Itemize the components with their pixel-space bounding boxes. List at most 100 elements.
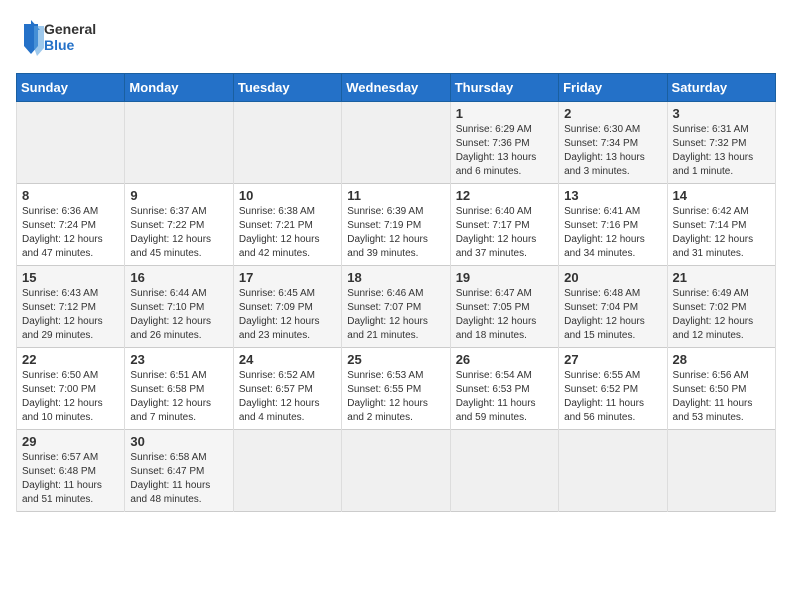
day-info: Sunrise: 6:41 AMSunset: 7:16 PMDaylight:…: [564, 205, 661, 261]
day-number: 13: [564, 188, 661, 203]
header-cell-sunday: Sunday: [17, 74, 125, 102]
day-info: Sunrise: 6:55 AMSunset: 6:52 PMDaylight:…: [564, 369, 661, 425]
calendar-cell: 1 Sunrise: 6:29 AMSunset: 7:36 PMDayligh…: [450, 102, 558, 184]
day-number: 26: [456, 352, 553, 367]
header-cell-monday: Monday: [125, 74, 233, 102]
calendar-cell: 21 Sunrise: 6:49 AMSunset: 7:02 PMDaylig…: [667, 266, 775, 348]
day-info: Sunrise: 6:45 AMSunset: 7:09 PMDaylight:…: [239, 287, 336, 343]
calendar-cell: 13 Sunrise: 6:41 AMSunset: 7:16 PMDaylig…: [559, 184, 667, 266]
day-info: Sunrise: 6:56 AMSunset: 6:50 PMDaylight:…: [673, 369, 770, 425]
day-number: 14: [673, 188, 770, 203]
day-number: 23: [130, 352, 227, 367]
day-info: Sunrise: 6:31 AMSunset: 7:32 PMDaylight:…: [673, 123, 770, 179]
day-info: Sunrise: 6:43 AMSunset: 7:12 PMDaylight:…: [22, 287, 119, 343]
day-info: Sunrise: 6:36 AMSunset: 7:24 PMDaylight:…: [22, 205, 119, 261]
calendar-cell: 15 Sunrise: 6:43 AMSunset: 7:12 PMDaylig…: [17, 266, 125, 348]
day-number: 9: [130, 188, 227, 203]
calendar-cell: [342, 102, 450, 184]
calendar-cell: 28 Sunrise: 6:56 AMSunset: 6:50 PMDaylig…: [667, 348, 775, 430]
day-number: 29: [22, 434, 119, 449]
calendar-cell: [233, 430, 341, 512]
calendar-cell: 16 Sunrise: 6:44 AMSunset: 7:10 PMDaylig…: [125, 266, 233, 348]
day-number: 3: [673, 106, 770, 121]
day-number: 27: [564, 352, 661, 367]
day-number: 8: [22, 188, 119, 203]
logo: General Blue: [16, 16, 106, 61]
day-info: Sunrise: 6:48 AMSunset: 7:04 PMDaylight:…: [564, 287, 661, 343]
day-info: Sunrise: 6:46 AMSunset: 7:07 PMDaylight:…: [347, 287, 444, 343]
calendar-cell: 10 Sunrise: 6:38 AMSunset: 7:21 PMDaylig…: [233, 184, 341, 266]
day-number: 30: [130, 434, 227, 449]
header-row: SundayMondayTuesdayWednesdayThursdayFrid…: [17, 74, 776, 102]
calendar-cell: 22 Sunrise: 6:50 AMSunset: 7:00 PMDaylig…: [17, 348, 125, 430]
day-number: 12: [456, 188, 553, 203]
calendar-cell: 29 Sunrise: 6:57 AMSunset: 6:48 PMDaylig…: [17, 430, 125, 512]
day-info: Sunrise: 6:29 AMSunset: 7:36 PMDaylight:…: [456, 123, 553, 179]
calendar-cell: 19 Sunrise: 6:47 AMSunset: 7:05 PMDaylig…: [450, 266, 558, 348]
day-info: Sunrise: 6:53 AMSunset: 6:55 PMDaylight:…: [347, 369, 444, 425]
day-info: Sunrise: 6:47 AMSunset: 7:05 PMDaylight:…: [456, 287, 553, 343]
calendar-cell: 3 Sunrise: 6:31 AMSunset: 7:32 PMDayligh…: [667, 102, 775, 184]
day-info: Sunrise: 6:52 AMSunset: 6:57 PMDaylight:…: [239, 369, 336, 425]
calendar-cell: 14 Sunrise: 6:42 AMSunset: 7:14 PMDaylig…: [667, 184, 775, 266]
calendar-cell: 2 Sunrise: 6:30 AMSunset: 7:34 PMDayligh…: [559, 102, 667, 184]
day-number: 11: [347, 188, 444, 203]
calendar-week-row: 29 Sunrise: 6:57 AMSunset: 6:48 PMDaylig…: [17, 430, 776, 512]
calendar-cell: [17, 102, 125, 184]
day-number: 28: [673, 352, 770, 367]
calendar-table: SundayMondayTuesdayWednesdayThursdayFrid…: [16, 73, 776, 512]
page-header: General Blue: [16, 16, 776, 61]
calendar-cell: 23 Sunrise: 6:51 AMSunset: 6:58 PMDaylig…: [125, 348, 233, 430]
calendar-cell: [450, 430, 558, 512]
day-info: Sunrise: 6:51 AMSunset: 6:58 PMDaylight:…: [130, 369, 227, 425]
day-info: Sunrise: 6:39 AMSunset: 7:19 PMDaylight:…: [347, 205, 444, 261]
day-number: 10: [239, 188, 336, 203]
day-info: Sunrise: 6:58 AMSunset: 6:47 PMDaylight:…: [130, 451, 227, 507]
svg-text:Blue: Blue: [44, 37, 75, 53]
day-number: 25: [347, 352, 444, 367]
day-number: 15: [22, 270, 119, 285]
calendar-cell: 12 Sunrise: 6:40 AMSunset: 7:17 PMDaylig…: [450, 184, 558, 266]
day-info: Sunrise: 6:42 AMSunset: 7:14 PMDaylight:…: [673, 205, 770, 261]
svg-text:General: General: [44, 21, 96, 37]
day-number: 1: [456, 106, 553, 121]
calendar-week-row: 15 Sunrise: 6:43 AMSunset: 7:12 PMDaylig…: [17, 266, 776, 348]
calendar-week-row: 8 Sunrise: 6:36 AMSunset: 7:24 PMDayligh…: [17, 184, 776, 266]
calendar-cell: 25 Sunrise: 6:53 AMSunset: 6:55 PMDaylig…: [342, 348, 450, 430]
calendar-cell: 8 Sunrise: 6:36 AMSunset: 7:24 PMDayligh…: [17, 184, 125, 266]
calendar-cell: 30 Sunrise: 6:58 AMSunset: 6:47 PMDaylig…: [125, 430, 233, 512]
calendar-cell: 17 Sunrise: 6:45 AMSunset: 7:09 PMDaylig…: [233, 266, 341, 348]
day-number: 22: [22, 352, 119, 367]
day-info: Sunrise: 6:38 AMSunset: 7:21 PMDaylight:…: [239, 205, 336, 261]
calendar-cell: [667, 430, 775, 512]
day-number: 16: [130, 270, 227, 285]
calendar-cell: [125, 102, 233, 184]
calendar-cell: [342, 430, 450, 512]
calendar-cell: 24 Sunrise: 6:52 AMSunset: 6:57 PMDaylig…: [233, 348, 341, 430]
calendar-cell: 20 Sunrise: 6:48 AMSunset: 7:04 PMDaylig…: [559, 266, 667, 348]
header-cell-saturday: Saturday: [667, 74, 775, 102]
day-info: Sunrise: 6:50 AMSunset: 7:00 PMDaylight:…: [22, 369, 119, 425]
header-cell-friday: Friday: [559, 74, 667, 102]
calendar-cell: 27 Sunrise: 6:55 AMSunset: 6:52 PMDaylig…: [559, 348, 667, 430]
calendar-cell: 18 Sunrise: 6:46 AMSunset: 7:07 PMDaylig…: [342, 266, 450, 348]
calendar-week-row: 22 Sunrise: 6:50 AMSunset: 7:00 PMDaylig…: [17, 348, 776, 430]
calendar-cell: 9 Sunrise: 6:37 AMSunset: 7:22 PMDayligh…: [125, 184, 233, 266]
calendar-cell: 26 Sunrise: 6:54 AMSunset: 6:53 PMDaylig…: [450, 348, 558, 430]
day-number: 19: [456, 270, 553, 285]
day-number: 21: [673, 270, 770, 285]
day-info: Sunrise: 6:54 AMSunset: 6:53 PMDaylight:…: [456, 369, 553, 425]
logo-svg: General Blue: [16, 16, 106, 61]
header-cell-tuesday: Tuesday: [233, 74, 341, 102]
calendar-week-row: 1 Sunrise: 6:29 AMSunset: 7:36 PMDayligh…: [17, 102, 776, 184]
day-info: Sunrise: 6:49 AMSunset: 7:02 PMDaylight:…: [673, 287, 770, 343]
day-info: Sunrise: 6:44 AMSunset: 7:10 PMDaylight:…: [130, 287, 227, 343]
day-number: 17: [239, 270, 336, 285]
calendar-cell: 11 Sunrise: 6:39 AMSunset: 7:19 PMDaylig…: [342, 184, 450, 266]
day-info: Sunrise: 6:40 AMSunset: 7:17 PMDaylight:…: [456, 205, 553, 261]
day-info: Sunrise: 6:30 AMSunset: 7:34 PMDaylight:…: [564, 123, 661, 179]
day-number: 20: [564, 270, 661, 285]
day-number: 18: [347, 270, 444, 285]
day-number: 2: [564, 106, 661, 121]
calendar-cell: [559, 430, 667, 512]
